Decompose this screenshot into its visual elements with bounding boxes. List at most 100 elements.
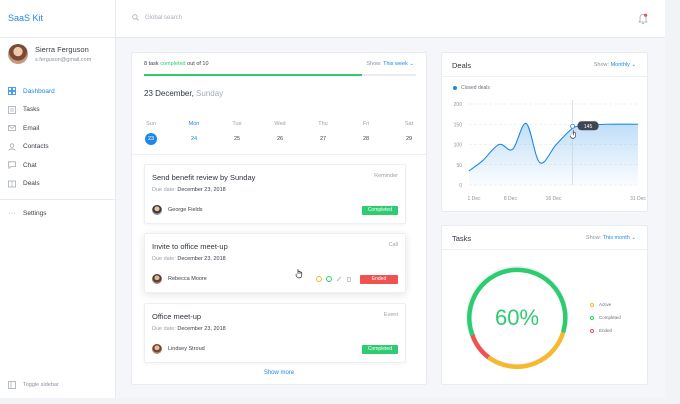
complete-circle-icon[interactable] — [326, 276, 332, 282]
day-number: 27 — [319, 136, 327, 142]
task-card[interactable]: Send benefit review by Sunday Reminder D… — [144, 164, 406, 224]
week-calendar: Sun 23 Mon 24 Tue 25 Wed 26 Thu 27 Fri 28 Sat 2… — [144, 121, 416, 145]
app-logo[interactable]: SaaS Kit — [0, 0, 115, 38]
sidebar-item-label: Dashboard — [23, 87, 55, 95]
show-label: Show: — [593, 62, 610, 68]
card-divider — [442, 76, 647, 77]
legend-label: Completed — [599, 315, 621, 320]
mouse-cursor-icon — [295, 269, 303, 279]
date-weekday: Sunday — [196, 89, 224, 98]
due-date: December 23, 2018 — [177, 256, 226, 262]
task-card[interactable]: Office meet-up Event Due date: December … — [144, 303, 406, 363]
sidebar: SaaS Kit Sierra Ferguson s.ferguson@gmai… — [0, 0, 116, 398]
day-name: Mon — [188, 121, 200, 127]
chart-legend: Closed deals — [453, 85, 490, 91]
calendar-day[interactable]: Sat 29 — [402, 121, 416, 145]
x-tick-label: 8 Dec — [504, 196, 518, 202]
y-tick-label: 50 — [456, 163, 462, 169]
assignee-name: George Fields — [168, 207, 203, 213]
toggle-sidebar-label: Toggle sidebar — [23, 382, 59, 388]
task-title: Invite to office meet-up — [152, 242, 228, 251]
y-tick-label: 100 — [454, 143, 463, 149]
calendar-day[interactable]: Tue 25 — [230, 121, 244, 145]
card-divider — [442, 249, 647, 250]
sidebar-nav: Dashboard Tasks Email Contacts Chat Deal… — [8, 82, 115, 193]
task-progress-fill — [144, 74, 362, 76]
calendar-day[interactable]: Wed 26 — [273, 121, 287, 145]
y-tick-label: 150 — [454, 122, 463, 128]
user-email: s.ferguson@gmail.com — [35, 57, 92, 63]
deals-chart[interactable]: 200 150 100 50 0 1 Dec 8 Dec 16 Dec 31 Dec 145 — [442, 93, 649, 208]
due-label: Due date: — [152, 326, 176, 332]
search-input[interactable]: Global search — [132, 14, 182, 21]
calendar-day[interactable]: Mon 24 — [187, 121, 201, 145]
calendar-day[interactable]: Sun 23 — [144, 121, 158, 145]
sidebar-item-email[interactable]: Email — [8, 119, 115, 138]
day-number: 24 — [190, 136, 198, 142]
selected-date: 23 December, Sunday — [144, 89, 223, 98]
settings-label: Settings — [23, 209, 47, 217]
task-assignee: Rebecca Moore — [152, 274, 207, 284]
toggle-sidebar-button[interactable]: Toggle sidebar — [8, 381, 59, 389]
task-assignee: George Fields — [152, 205, 203, 215]
due-label: Due date: — [152, 187, 176, 193]
avatar — [152, 205, 162, 215]
day-number: 28 — [362, 136, 370, 142]
app-window: SaaS Kit Sierra Ferguson s.ferguson@gmai… — [0, 0, 665, 398]
sidebar-item-label: Deals — [23, 180, 40, 188]
avatar — [152, 274, 162, 284]
task-title: Send benefit review by Sunday — [152, 173, 256, 182]
legend-item-completed: Completed — [590, 311, 621, 324]
sidebar-item-contacts[interactable]: Contacts — [8, 138, 115, 157]
task-card[interactable]: Invite to office meet-up Call Due date: … — [144, 233, 406, 293]
task-panel: 8 task completed out of 10 Show: This we… — [131, 52, 427, 385]
avatar — [152, 344, 162, 354]
show-value: Monthly — [610, 62, 630, 68]
day-number: 29 — [405, 136, 413, 142]
calendar-day[interactable]: Fri 28 — [359, 121, 373, 145]
tasks-filter-dropdown[interactable]: Show: This month ⌄ — [586, 235, 636, 241]
chat-icon — [8, 161, 16, 170]
deals-card: Deals Show: Monthly ⌄ Closed deals 200 15… — [441, 52, 648, 212]
deals-filter-dropdown[interactable]: Show: Monthly ⌄ — [594, 62, 636, 68]
mail-icon — [8, 124, 16, 132]
task-type: Reminder — [374, 173, 398, 179]
week-filter-dropdown[interactable]: Show: This week ⌄ — [366, 61, 414, 67]
tasks-card: Tasks Show: This month ⌄ 60% Active Comp… — [441, 225, 648, 385]
hover-point — [570, 123, 575, 129]
task-count: 8 task — [144, 61, 159, 67]
sidebar-item-tasks[interactable]: Tasks — [8, 101, 115, 120]
calendar-day[interactable]: Thu 27 — [316, 121, 330, 145]
sidebar-item-chat[interactable]: Chat — [8, 156, 115, 175]
show-value: This month — [602, 235, 630, 241]
sidebar-item-settings[interactable]: ··· Settings — [8, 209, 47, 217]
day-name: Wed — [274, 121, 286, 127]
legend-dot — [453, 86, 457, 90]
sidebar-item-dashboard[interactable]: Dashboard — [8, 82, 115, 101]
legend-dot — [590, 315, 594, 320]
legend-item-active: Active — [590, 298, 621, 311]
legend-dot — [590, 328, 594, 333]
due-label: Due date: — [152, 256, 176, 262]
y-tick-label: 200 — [454, 102, 463, 108]
delete-icon[interactable] — [346, 276, 352, 282]
topbar: Global search — [116, 0, 665, 38]
show-more-link[interactable]: Show more — [132, 370, 426, 376]
user-profile[interactable]: Sierra Ferguson s.ferguson@gmail.com — [8, 44, 91, 64]
task-type: Event — [383, 312, 398, 318]
sidebar-item-label: Chat — [23, 161, 37, 169]
chevron-down-icon: ⌄ — [631, 62, 636, 68]
bell-icon[interactable] — [638, 13, 648, 25]
avatar — [8, 44, 28, 64]
sidebar-item-deals[interactable]: Deals — [8, 175, 115, 194]
sidebar-divider — [0, 199, 115, 200]
status-badge: Ended — [360, 275, 398, 284]
edit-icon[interactable] — [336, 276, 342, 282]
task-type: Call — [388, 242, 398, 248]
active-circle-icon[interactable] — [316, 276, 322, 282]
task-progress-bar — [144, 74, 416, 76]
tasks-icon — [8, 105, 16, 114]
user-name: Sierra Ferguson — [35, 45, 89, 54]
legend-item-ended: Ended — [590, 324, 621, 337]
task-title: Office meet-up — [152, 312, 202, 321]
